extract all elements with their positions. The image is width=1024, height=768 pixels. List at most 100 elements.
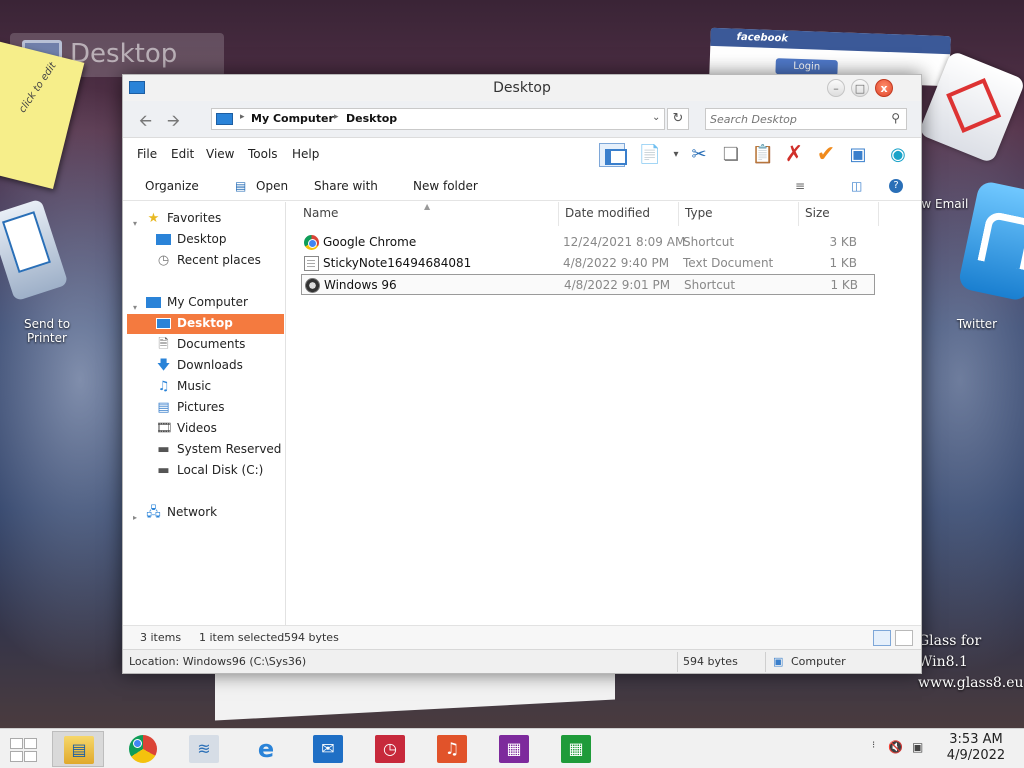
sidebar-item-system-reserved[interactable]: ▬ System Reserved (B:) — [123, 440, 286, 460]
desktop-icon — [156, 234, 171, 245]
breadcrumb-separator-icon[interactable]: ▸ — [240, 112, 245, 122]
chevron-down-icon[interactable]: ⌄ — [652, 112, 660, 123]
taskbar: ▤ ≋ e ✉ ◷ ♫ ▦ ▦ ⁝ 🔇 ▣ 3:53 AM 4/9/2022 — [0, 728, 1024, 768]
delete-icon[interactable]: ✗ — [781, 143, 807, 167]
forward-arrow-icon[interactable]: 🡪 — [167, 110, 180, 137]
breadcrumb-separator-icon[interactable]: ▸ — [334, 112, 339, 122]
desktop-icon-twitter[interactable]: Twitter — [952, 317, 1002, 331]
file-list: ▲ Name Date modified Type Size Google Ch… — [287, 202, 921, 625]
details-view-button[interactable] — [873, 630, 891, 646]
monitor-icon: ≋ — [189, 735, 219, 763]
rename-icon[interactable]: ▣ — [845, 143, 871, 167]
zone-text: Computer — [791, 655, 846, 668]
tray-overflow-icon[interactable]: ⁝ — [872, 740, 875, 751]
menu-tools[interactable]: Tools — [248, 147, 278, 161]
clock-date: 4/9/2022 — [946, 748, 1006, 763]
star-icon: ★ — [147, 211, 160, 226]
selection-size: 594 bytes — [284, 631, 339, 644]
preview-pane-icon[interactable]: ◫ — [851, 179, 862, 193]
facebook-brand: facebook — [710, 27, 951, 55]
copy-icon[interactable]: ❏ — [718, 143, 744, 167]
view-options-icon[interactable]: ≡ — [795, 179, 805, 193]
close-button[interactable]: x — [875, 79, 893, 97]
title-bar[interactable]: Desktop – □ x — [123, 75, 921, 101]
sidebar-item-videos[interactable]: 🎞 Videos — [123, 419, 286, 439]
taskbar-app-maps[interactable]: ▦ — [488, 731, 540, 767]
taskbar-app-music[interactable]: ♫ — [426, 731, 478, 767]
sidebar-item-my-computer[interactable]: ▾ My Computer — [123, 293, 286, 313]
share-with-button[interactable]: Share with — [314, 179, 378, 193]
sidebar-item-documents[interactable]: 🗎 Documents — [123, 335, 286, 355]
location-text: Location: Windows96 (C:\Sys36) — [129, 655, 307, 668]
menu-view[interactable]: View — [206, 147, 234, 161]
menu-bar: File Edit View Tools Help 📄 ▾ ✂ ❏ 📋 ✗ ✔ … — [123, 139, 921, 171]
taskbar-app-internet-explorer[interactable]: e — [240, 731, 292, 767]
sticky-note-gadget[interactable]: click to edit — [0, 41, 85, 189]
large-icons-view-button[interactable] — [895, 630, 913, 646]
file-row[interactable]: Google Chrome 12/24/2021 8:09 AM Shortcu… — [301, 232, 875, 253]
properties-icon[interactable]: 📄 — [637, 143, 663, 167]
menu-file[interactable]: File — [137, 147, 157, 161]
open-icon[interactable]: ▤ — [235, 179, 246, 193]
back-arrow-icon[interactable]: 🡨 — [139, 110, 152, 137]
volume-muted-icon[interactable]: 🔇 — [888, 740, 903, 754]
sidebar-item-recent-places[interactable]: ◷ Recent places — [123, 251, 286, 271]
system-clock[interactable]: 3:53 AM 4/9/2022 — [940, 732, 1012, 764]
taskbar-app-store[interactable]: ▦ — [550, 731, 602, 767]
cut-icon[interactable]: ✂ — [686, 143, 712, 167]
new-folder-button[interactable]: New folder — [413, 179, 478, 193]
column-header-size[interactable]: Size — [799, 202, 879, 226]
sidebar-item-pictures[interactable]: ▤ Pictures — [123, 398, 286, 418]
shell-icon[interactable]: ◉ — [885, 143, 911, 167]
sidebar-item-favorites-desktop[interactable]: Desktop — [123, 230, 286, 250]
explorer-window: Desktop – □ x 🡨 🡪 ▸ My Computer ▸ Deskto… — [122, 74, 922, 674]
file-row[interactable]: StickyNote16494684081 4/8/2022 9:40 PM T… — [301, 253, 875, 274]
network-tray-icon[interactable]: ▣ — [912, 740, 923, 754]
breadcrumb-desktop[interactable]: Desktop — [346, 112, 397, 125]
taskbar-app-alarms[interactable]: ◷ — [364, 731, 416, 767]
taskbar-app-chrome[interactable] — [117, 731, 169, 767]
paste-icon[interactable]: 📋 — [750, 143, 776, 167]
sidebar-item-network[interactable]: ▸ 🖧 Network — [123, 503, 286, 523]
sidebar-item-local-disk[interactable]: ▬ Local Disk (C:) — [123, 461, 286, 481]
windows-drive-icon: ▬ — [157, 463, 170, 478]
open-button[interactable]: Open — [256, 179, 288, 193]
checkmark-icon[interactable]: ✔ — [813, 143, 839, 167]
help-icon[interactable]: ? — [889, 179, 903, 193]
menu-edit[interactable]: Edit — [171, 147, 194, 161]
minimize-button[interactable]: – — [827, 79, 845, 97]
computer-icon — [216, 113, 233, 125]
printer-icon[interactable] — [0, 198, 69, 302]
taskbar-app-mail[interactable]: ✉ — [302, 731, 354, 767]
layout-pane-icon[interactable] — [599, 143, 627, 167]
windows96-icon — [305, 278, 320, 293]
file-row-selected[interactable]: Windows 96 4/8/2022 9:01 PM Shortcut 1 K… — [301, 274, 875, 295]
sidebar-item-favorites[interactable]: ▾ ★ Favorites — [123, 209, 286, 229]
pictures-icon: ▤ — [157, 400, 170, 415]
refresh-button[interactable]: ↻ — [667, 108, 689, 130]
organize-button[interactable]: Organize — [145, 179, 199, 193]
column-header-type[interactable]: Type — [679, 202, 799, 226]
taskbar-app-file-explorer[interactable]: ▤ — [52, 731, 104, 767]
address-bar[interactable]: ▸ My Computer ▸ Desktop ⌄ — [211, 108, 665, 130]
column-header-name[interactable]: ▲ Name — [287, 202, 559, 226]
search-icon[interactable]: ⚲ — [891, 111, 900, 125]
start-button[interactable] — [8, 737, 38, 763]
sidebar-item-music[interactable]: ♫ Music — [123, 377, 286, 397]
headphones-icon: ♫ — [437, 735, 467, 763]
expand-arrow-icon[interactable]: ▸ — [133, 508, 137, 527]
taskbar-app-task-manager[interactable]: ≋ — [178, 731, 230, 767]
breadcrumb-my-computer[interactable]: My Computer — [251, 112, 334, 125]
menu-help[interactable]: Help — [292, 147, 319, 161]
sort-ascending-icon: ▲ — [424, 202, 431, 211]
desktop-icon-send-to-printer[interactable]: Send to Printer — [14, 317, 80, 345]
search-box[interactable]: ⚲ — [705, 108, 907, 130]
sidebar-item-downloads[interactable]: 🡇 Downloads — [123, 356, 286, 376]
store-icon: ▦ — [561, 735, 591, 763]
sidebar-item-desktop[interactable]: Desktop — [127, 314, 284, 334]
maximize-button[interactable]: □ — [851, 79, 869, 97]
navigation-pane: ▾ ★ Favorites Desktop ◷ Recent places ▾ … — [123, 202, 286, 625]
window-title: Desktop — [493, 80, 551, 96]
search-input[interactable] — [710, 112, 880, 127]
column-header-date-modified[interactable]: Date modified — [559, 202, 679, 226]
